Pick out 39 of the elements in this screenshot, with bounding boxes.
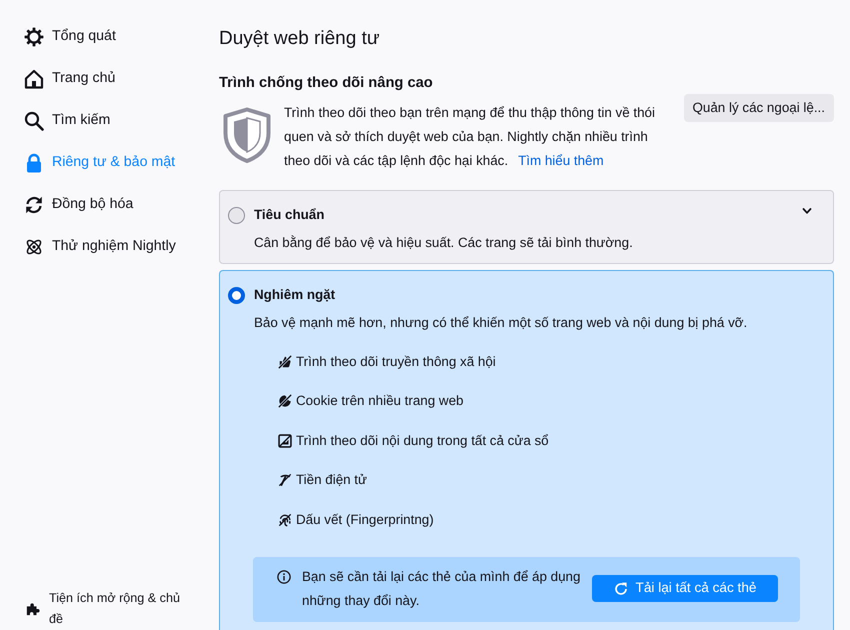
blocked-item-label: Trình theo dõi truyền thông xã hội xyxy=(296,352,496,371)
sidebar-item[interactable]: Tổng quát xyxy=(0,16,116,58)
option-title: Nghiêm ngặt xyxy=(254,286,336,304)
option-description: Bảo vệ mạnh mẽ hơn, nhưng có thể khiến một số trang web và nội dung bị phá vỡ. xyxy=(254,314,748,332)
manage-exceptions-button[interactable]: Quản lý các ngoại lệ... xyxy=(684,94,834,122)
home-icon xyxy=(24,69,44,89)
pickaxe-slash-icon xyxy=(278,473,292,488)
sidebar-item[interactable]: Trang chủ xyxy=(0,58,116,100)
atom-icon xyxy=(24,237,44,257)
square-slash-icon xyxy=(278,434,292,448)
gear-icon xyxy=(24,27,44,47)
info-icon xyxy=(277,570,291,584)
sidebar-item[interactable]: Tìm kiếm xyxy=(0,100,110,142)
learn-more-link[interactable]: Tìm hiểu thêm xyxy=(518,153,604,168)
shield-icon xyxy=(222,107,272,163)
section-heading: Trình chống theo dõi nâng cao xyxy=(219,74,434,93)
thumb-slash-icon xyxy=(278,354,292,369)
radio-button[interactable] xyxy=(228,286,245,304)
reload-icon xyxy=(614,582,628,596)
page-title: Duyệt web riêng tư xyxy=(219,27,381,51)
search-icon xyxy=(24,111,44,131)
radio-button[interactable] xyxy=(228,206,245,224)
sync-icon xyxy=(24,195,44,215)
notice-text: Bạn sẽ cần tải lại các thẻ của mình để áp dụng những thay đổi này. xyxy=(302,568,582,610)
lock-icon xyxy=(24,153,44,173)
cookie-slash-icon xyxy=(278,394,292,408)
sidebar-link[interactable]: Tiện ích mở rộng & chủ đề xyxy=(0,588,195,630)
blocked-item-label: Dấu vết (Fingerprintng) xyxy=(296,510,434,529)
sidebar-item[interactable]: Thử nghiệm Nightly xyxy=(0,226,176,268)
puzzle-piece-icon xyxy=(26,602,40,616)
sidebar-item[interactable]: Đồng bộ hóa xyxy=(0,184,134,226)
description-text: Trình theo dõi theo bạn trên mạng để thu thập thông tin về thói quen và sở thích duyệt web của bạn. Nightly chặn nhiều trình theo dõi và các tập lệnh độc hại khác. Tìm hiểu thêm xyxy=(284,104,656,170)
option-title: Tiêu chuẩn xyxy=(254,206,324,224)
fingerprint-slash-icon xyxy=(278,512,292,527)
blocked-item-label: Tiền điện tử xyxy=(296,471,367,490)
option-description: Cân bằng để bảo vệ và hiệu suất. Các trang sẽ tải bình thường. xyxy=(254,234,634,252)
reload-tabs-button[interactable]: Tải lại tất cả các thẻ xyxy=(592,575,778,602)
blocked-item-label: Cookie trên nhiều trang web xyxy=(296,392,464,410)
blocked-item-label: Trình theo dõi nội dung trong tất cả cửa sổ xyxy=(296,432,549,450)
